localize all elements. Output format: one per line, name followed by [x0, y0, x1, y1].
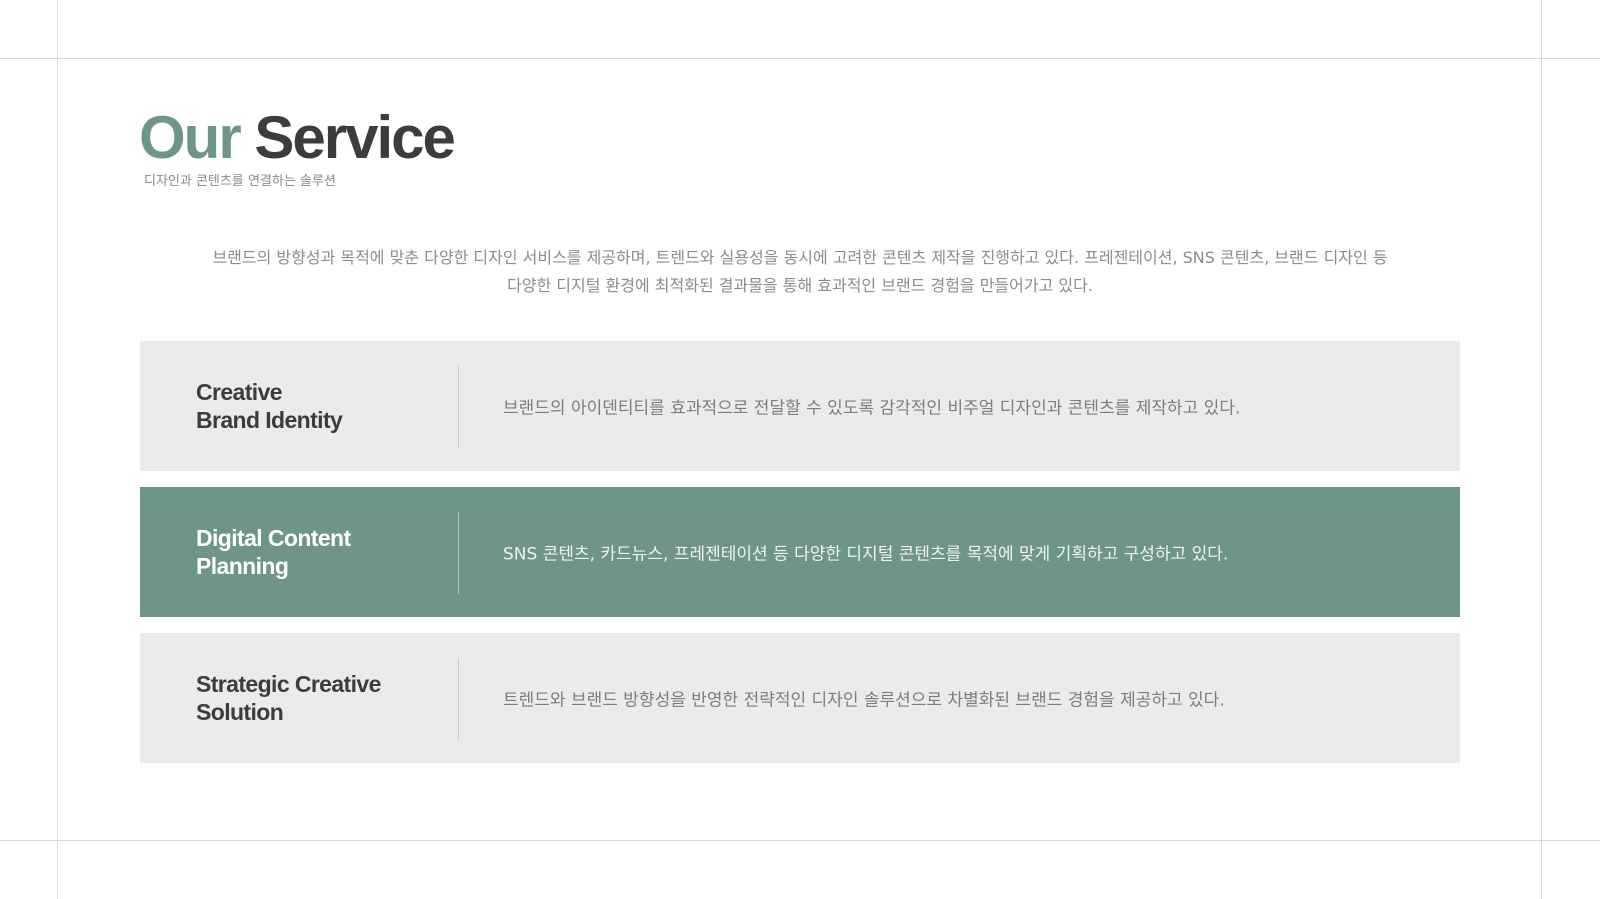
- page-title-accent: Our: [139, 104, 242, 171]
- guide-line-right: [1541, 0, 1542, 899]
- card-divider: [458, 366, 459, 448]
- card-divider: [458, 512, 459, 594]
- guide-line-bottom: [0, 840, 1600, 841]
- service-description: 트렌드와 브랜드 방향성을 반영한 전략적인 디자인 솔루션으로 차별화된 브랜…: [503, 690, 1225, 711]
- service-title-line-1: Digital Content: [196, 525, 351, 551]
- service-title-line-1: Strategic Creative: [196, 671, 381, 697]
- service-title-line-1: Creative: [196, 379, 283, 405]
- service-description: 브랜드의 아이덴티티를 효과적으로 전달할 수 있도록 감각적인 비주얼 디자인…: [503, 398, 1241, 419]
- service-title: Digital Content Planning: [196, 524, 456, 580]
- intro-line-1: 브랜드의 방향성과 목적에 맞춘 다양한 디자인 서비스를 제공하며, 트렌드와…: [212, 248, 1388, 267]
- service-title: Creative Brand Identity: [196, 378, 456, 434]
- service-title-line-2: Solution: [196, 699, 284, 725]
- service-title: Strategic Creative Solution: [196, 670, 456, 726]
- page-title-main: Service: [254, 104, 456, 171]
- intro-paragraph: 브랜드의 방향성과 목적에 맞춘 다양한 디자인 서비스를 제공하며, 트렌드와…: [140, 244, 1460, 300]
- page-subtitle: 디자인과 콘텐츠를 연결하는 솔루션: [144, 174, 336, 189]
- service-description: SNS 콘텐츠, 카드뉴스, 프레젠테이션 등 다양한 디지털 콘텐츠를 목적에…: [503, 544, 1229, 565]
- service-card-digital-content: Digital Content Planning SNS 콘텐츠, 카드뉴스, …: [140, 487, 1460, 617]
- service-card-brand-identity: Creative Brand Identity 브랜드의 아이덴티티를 효과적으…: [140, 341, 1460, 471]
- card-divider: [458, 658, 459, 740]
- service-title-line-2: Planning: [196, 553, 289, 579]
- service-card-strategic-solution: Strategic Creative Solution 트렌드와 브랜드 방향성…: [140, 633, 1460, 763]
- guide-line-left: [57, 0, 58, 899]
- guide-line-top: [0, 58, 1600, 59]
- page-title: Our Service: [139, 100, 456, 176]
- intro-line-2: 다양한 디지털 환경에 최적화된 결과물을 통해 효과적인 브랜드 경험을 만들…: [507, 276, 1093, 295]
- service-title-line-2: Brand Identity: [196, 407, 343, 433]
